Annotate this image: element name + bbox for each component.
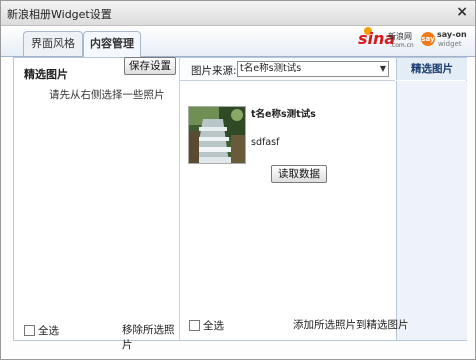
left-select-all-checkbox[interactable]	[24, 325, 35, 336]
sayon-logo-name: say-on	[437, 30, 467, 39]
featured-images-tab[interactable]: 精选图片	[396, 58, 467, 80]
right-select-all[interactable]: 全选	[189, 318, 224, 333]
chevron-down-icon[interactable]: ▼	[380, 62, 386, 76]
album-description: sdfasf	[251, 137, 280, 148]
right-select-all-label: 全选	[203, 320, 224, 332]
sina-logo-url: .com.cn	[390, 42, 414, 49]
sina-logo: sina 新浪网 .com.cn	[356, 27, 418, 53]
remove-selected-link[interactable]: 移除所选照片	[122, 322, 179, 352]
close-icon[interactable]: ×	[456, 4, 468, 20]
add-to-featured-link[interactable]: 添加所选照片到精选图片	[293, 317, 409, 332]
read-data-button[interactable]: 读取数据	[271, 165, 327, 183]
right-select-all-checkbox[interactable]	[189, 320, 200, 331]
save-settings-button[interactable]: 保存设置	[124, 57, 176, 75]
tab-interface-style[interactable]: 界面风格	[23, 31, 83, 56]
sina-logo-cn: 新浪网	[388, 32, 412, 41]
album-item: t名e称s测t试s sdfasf 读取数据	[188, 106, 388, 183]
content-area: 精选图片 保存设置 请先从右侧选择一些照片 全选 移除所选照片 图片来源: t名…	[13, 57, 467, 351]
settings-dialog: 新浪相册Widget设置 × 界面风格 内容管理 sina 新浪网 .com.c…	[0, 0, 476, 360]
sayon-badge-icon: say	[421, 32, 435, 46]
window-title: 新浪相册Widget设置	[7, 8, 112, 21]
album-thumbnail[interactable]	[188, 106, 246, 164]
left-panel-title: 精选图片	[24, 68, 68, 81]
sayon-logo-sub: widget	[438, 40, 462, 48]
source-select-value: t名e称s测t试s	[240, 63, 302, 74]
tab-content-management[interactable]: 内容管理	[83, 31, 141, 57]
featured-strip	[396, 81, 467, 340]
source-select[interactable]: t名e称s测t试s ▼	[237, 61, 389, 77]
left-panel: 精选图片 保存设置 请先从右侧选择一些照片 全选 移除所选照片	[14, 57, 180, 351]
source-bar: 图片来源: t名e称s测t试s ▼	[180, 58, 395, 81]
empty-hint: 请先从右侧选择一些照片	[49, 89, 165, 101]
left-select-all[interactable]: 全选	[24, 323, 59, 338]
right-panel: 图片来源: t名e称s测t试s ▼ 精选图片 t名e称s测t试s sdfasf …	[180, 58, 467, 340]
source-label: 图片来源:	[191, 65, 237, 77]
album-title: t名e称s测t试s	[251, 109, 316, 120]
left-select-all-label: 全选	[38, 325, 59, 337]
header-bar: 界面风格 内容管理 sina 新浪网 .com.cn say say-on wi…	[1, 26, 475, 57]
sayon-logo: say say-on widget	[421, 29, 467, 53]
waterfall-thumbnail-image	[189, 107, 245, 163]
title-bar: 新浪相册Widget设置 ×	[1, 1, 475, 26]
